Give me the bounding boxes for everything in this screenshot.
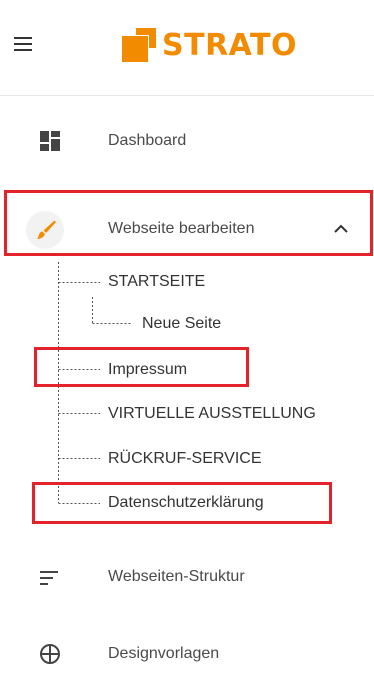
nav-item-designs[interactable]: Designvorlagen [0, 636, 374, 688]
subitem-rueckruf-service[interactable]: RÜCKRUF-SERVICE [108, 449, 262, 469]
subitem-startseite[interactable]: STARTSEITE [108, 272, 205, 292]
globe-icon [40, 644, 60, 664]
header-divider [0, 95, 374, 96]
subitem-neue-seite[interactable]: Neue Seite [142, 314, 221, 334]
logo-text: STRATO [162, 27, 298, 63]
structure-icon [40, 571, 58, 585]
subitem-virtuelle-ausstellung[interactable]: VIRTUELLE AUSSTELLUNG [108, 404, 316, 424]
nav-label-dashboard: Dashboard [108, 132, 187, 149]
strato-logo: STRATO [122, 23, 297, 67]
nav-item-dashboard[interactable]: Dashboard [0, 115, 374, 167]
strato-logo-mark [122, 28, 156, 62]
menu-toggle-icon[interactable] [12, 32, 36, 56]
nav-item-website-structure[interactable]: Webseiten-Struktur [0, 552, 374, 604]
nav-label-designs: Designvorlagen [108, 645, 220, 662]
nav-label-website-structure: Webseiten-Struktur [108, 568, 245, 585]
dashboard-icon [40, 131, 60, 151]
highlight-datenschutzerklaerung [32, 482, 332, 524]
highlight-edit-website [4, 190, 373, 256]
highlight-impressum [34, 347, 249, 387]
